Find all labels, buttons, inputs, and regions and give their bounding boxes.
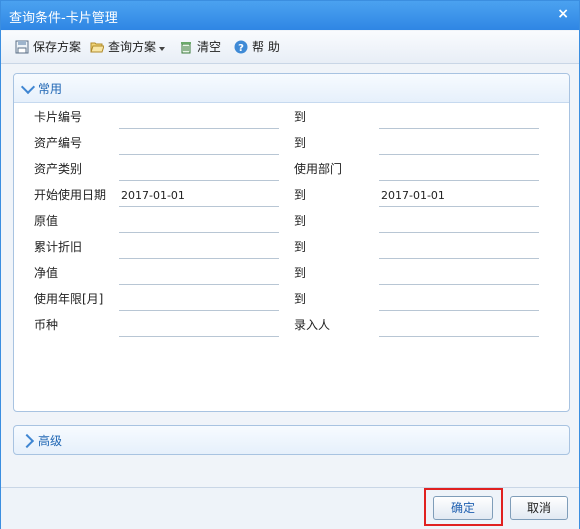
field-label: 使用部门 — [294, 162, 343, 176]
range-separator: 到 — [294, 266, 307, 280]
cancel-button[interactable]: 取消 — [510, 496, 568, 520]
service-life-to-input[interactable] — [379, 290, 539, 311]
start-date-from-input[interactable]: 2017-01-01 — [119, 186, 279, 207]
help-label: 帮 助 — [252, 40, 280, 54]
common-section: 常用 卡片编号 到 资产编号 到 资产类别 使用部门 开始使用日期 2017-0… — [13, 73, 570, 412]
common-section-header[interactable]: 常用 — [14, 74, 569, 103]
range-separator: 到 — [294, 136, 307, 150]
range-separator: 到 — [294, 292, 307, 306]
asset-category-input[interactable] — [119, 160, 279, 181]
field-label: 原值 — [34, 214, 59, 228]
advanced-section-header[interactable]: 高级 — [13, 425, 570, 455]
help-button[interactable]: ? 帮 助 — [234, 39, 280, 55]
field-label: 资产编号 — [34, 136, 83, 150]
original-value-from-input[interactable] — [119, 212, 279, 233]
field-label: 开始使用日期 — [34, 188, 107, 202]
clear-label: 清空 — [197, 40, 222, 54]
help-icon: ? — [234, 40, 248, 54]
dialog-footer: 确定 取消 — [1, 487, 579, 529]
field-label: 净值 — [34, 266, 59, 280]
field-label: 使用年限[月] — [34, 292, 104, 306]
card-number-from-input[interactable] — [119, 108, 279, 129]
clear-button[interactable]: 清空 — [179, 39, 221, 55]
field-label: 录入人 — [294, 318, 331, 332]
depreciation-to-input[interactable] — [379, 238, 539, 259]
original-value-to-input[interactable] — [379, 212, 539, 233]
toolbar: 保存方案 查询方案 清空 ? 帮 助 — [1, 31, 579, 64]
range-separator: 到 — [294, 188, 307, 202]
range-separator: 到 — [294, 110, 307, 124]
save-scheme-label: 保存方案 — [33, 40, 82, 54]
card-number-to-input[interactable] — [379, 108, 539, 129]
depreciation-from-input[interactable] — [119, 238, 279, 259]
net-value-from-input[interactable] — [119, 264, 279, 285]
chevron-down-icon — [20, 79, 36, 95]
range-separator: 到 — [294, 240, 307, 254]
currency-input[interactable] — [119, 316, 279, 337]
chevron-down-icon — [159, 39, 166, 55]
net-value-to-input[interactable] — [379, 264, 539, 285]
entered-by-input[interactable] — [379, 316, 539, 337]
start-date-to-input[interactable]: 2017-01-01 — [379, 186, 539, 207]
asset-number-from-input[interactable] — [119, 134, 279, 155]
field-label: 累计折旧 — [34, 240, 83, 254]
trash-icon — [179, 40, 193, 54]
chevron-right-icon — [19, 433, 35, 449]
save-icon — [15, 40, 29, 54]
range-separator: 到 — [294, 214, 307, 228]
service-life-from-input[interactable] — [119, 290, 279, 311]
folder-open-icon — [90, 40, 105, 54]
close-icon[interactable]: × — [557, 6, 569, 22]
save-scheme-button[interactable]: 保存方案 — [15, 39, 81, 55]
advanced-section-label: 高级 — [38, 434, 63, 448]
common-section-label: 常用 — [38, 82, 63, 96]
query-scheme-dropdown[interactable]: 查询方案 — [90, 39, 166, 55]
query-dialog: 查询条件-卡片管理 × 保存方案 查询方案 清空 ? 帮 助 常用 卡片编号 到… — [0, 0, 580, 529]
department-input[interactable] — [379, 160, 539, 181]
field-label: 资产类别 — [34, 162, 83, 176]
dialog-title: 查询条件-卡片管理 — [9, 11, 118, 26]
svg-text:?: ? — [238, 43, 244, 54]
asset-number-to-input[interactable] — [379, 134, 539, 155]
field-label: 币种 — [34, 318, 59, 332]
ok-button[interactable]: 确定 — [433, 496, 493, 520]
field-label: 卡片编号 — [34, 110, 83, 124]
query-scheme-label: 查询方案 — [108, 40, 157, 54]
title-bar[interactable]: 查询条件-卡片管理 × — [1, 1, 579, 30]
